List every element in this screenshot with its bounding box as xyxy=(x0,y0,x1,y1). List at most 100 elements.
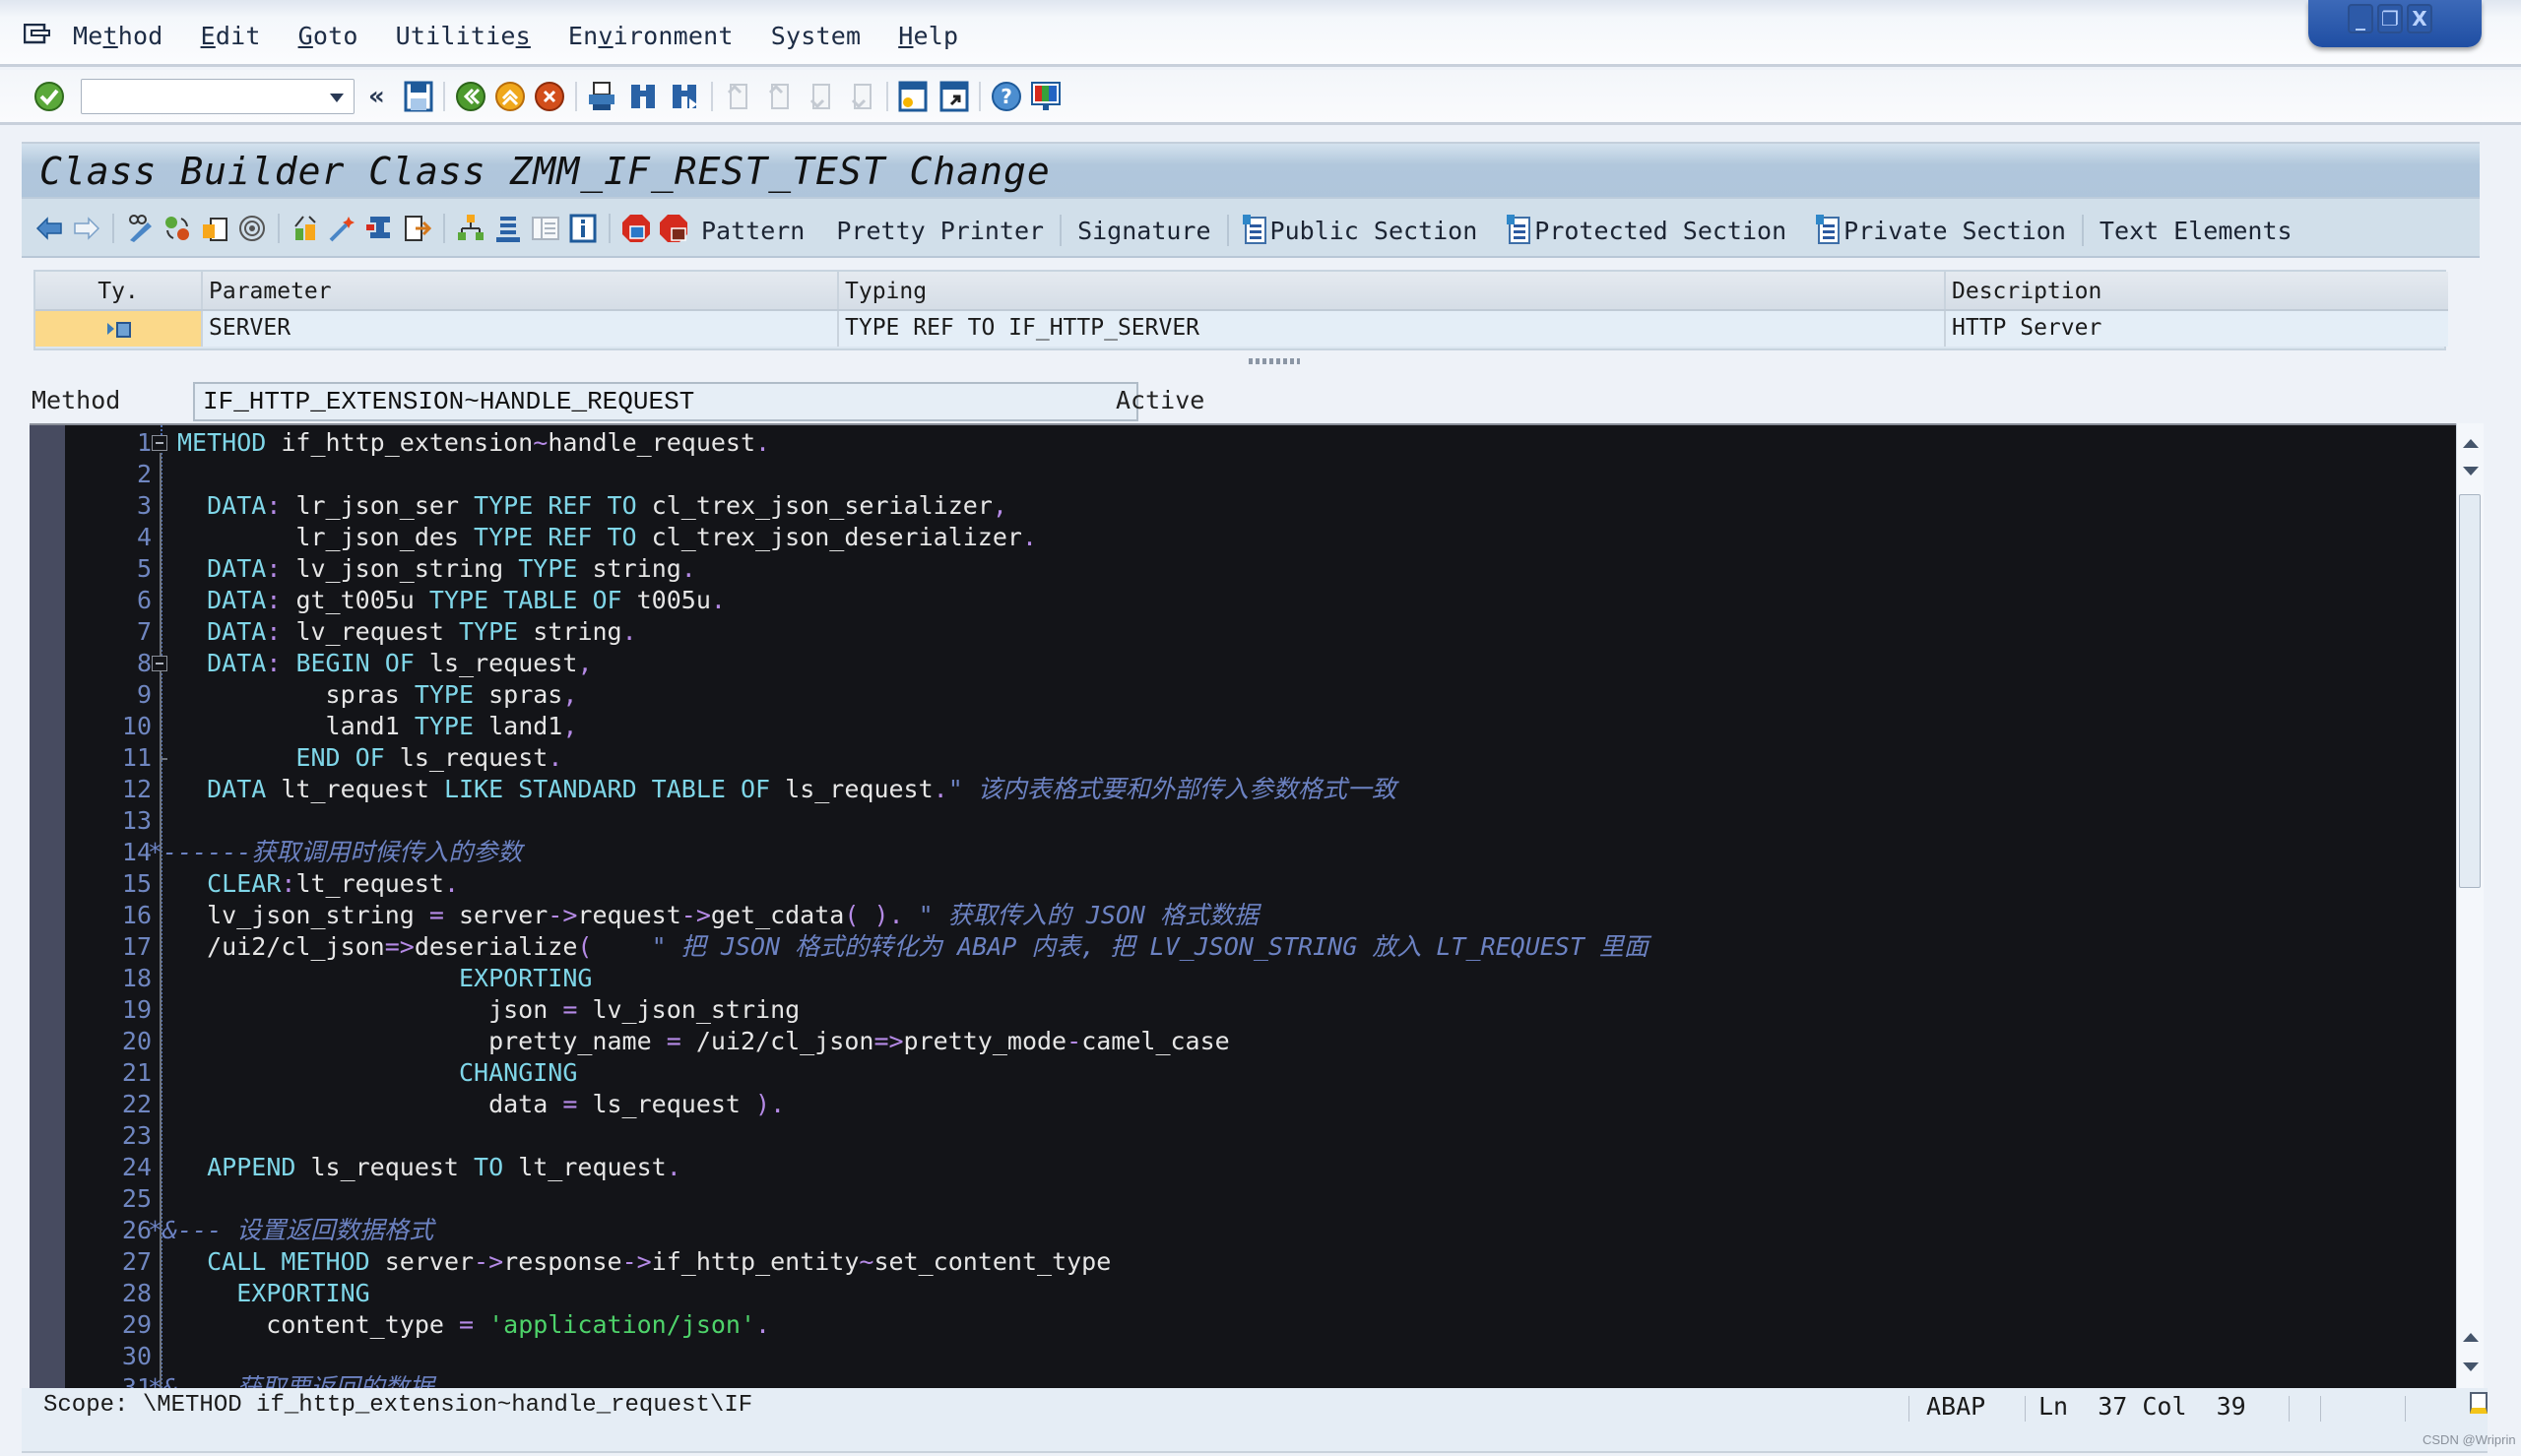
info-icon[interactable] xyxy=(567,213,599,244)
object-list-icon[interactable] xyxy=(492,213,524,244)
code-line[interactable]: APPEND ls_request TO lt_request. xyxy=(177,1152,681,1183)
navigation-icon[interactable] xyxy=(402,213,433,244)
code-line[interactable]: json = lv_json_string xyxy=(177,994,800,1026)
parameter-cell[interactable]: SERVER xyxy=(201,311,837,347)
previous-page-icon[interactable] xyxy=(764,80,794,113)
code-line[interactable]: *&--- 设置返回数据格式 xyxy=(148,1215,433,1246)
active-inactive-icon[interactable] xyxy=(162,213,193,244)
column-header-description[interactable]: Description xyxy=(1944,272,2448,309)
pretty-printer-button[interactable]: Pretty Printer xyxy=(820,217,1060,245)
find-icon[interactable] xyxy=(628,80,658,113)
restore-icon[interactable]: ❐ xyxy=(2377,4,2403,33)
code-line[interactable]: CHANGING xyxy=(177,1057,577,1089)
code-line[interactable]: DATA: lv_json_string TYPE string. xyxy=(177,553,696,585)
menu-goto[interactable]: Goto xyxy=(298,22,358,50)
fold-toggle-icon[interactable] xyxy=(152,435,167,451)
back-arrow-icon[interactable] xyxy=(33,213,65,244)
scroll-up-icon[interactable] xyxy=(2463,439,2479,448)
pattern-button[interactable]: Pattern xyxy=(685,217,820,245)
close-icon[interactable]: X xyxy=(2407,4,2432,33)
set-breakpoint-icon[interactable] xyxy=(620,213,652,244)
first-page-icon[interactable] xyxy=(723,80,752,113)
next-page-icon[interactable] xyxy=(806,80,835,113)
forward-arrow-icon[interactable] xyxy=(71,213,102,244)
exit-icon[interactable] xyxy=(494,80,526,113)
description-cell[interactable]: HTTP Server xyxy=(1944,311,2448,347)
find-next-icon[interactable] xyxy=(670,80,699,113)
menu-system[interactable]: System xyxy=(771,22,862,50)
typing-cell[interactable]: TYPE REF TO IF_HTTP_SERVER xyxy=(837,311,1944,347)
code-line[interactable]: data = ls_request ). xyxy=(177,1089,785,1120)
menu-edit[interactable]: Edit xyxy=(201,22,261,50)
editor-margin[interactable] xyxy=(30,425,65,1388)
menu-utilities[interactable]: Utilities xyxy=(396,22,531,50)
column-header-parameter[interactable]: Parameter xyxy=(201,272,837,309)
save-icon[interactable] xyxy=(404,80,433,113)
code-line[interactable]: METHOD if_http_extension~handle_request. xyxy=(177,427,770,459)
code-line[interactable]: *------获取调用时候传入的参数 xyxy=(148,837,522,868)
code-line[interactable]: END OF ls_request. xyxy=(177,742,562,774)
method-name-field[interactable]: IF_HTTP_EXTENSION~HANDLE_REQUEST xyxy=(193,382,1138,421)
code-line[interactable]: EXPORTING xyxy=(177,963,592,994)
activate-icon[interactable] xyxy=(327,213,358,244)
customize-layout-icon[interactable] xyxy=(1030,80,1062,113)
table-row[interactable]: SERVER TYPE REF TO IF_HTTP_SERVER HTTP S… xyxy=(35,311,2448,347)
code-line[interactable]: CALL METHOD server->response->if_http_en… xyxy=(177,1246,1111,1278)
cancel-icon[interactable] xyxy=(534,80,565,113)
code-line[interactable]: lr_json_des TYPE REF TO cl_trex_json_des… xyxy=(177,522,1037,553)
where-used-icon[interactable] xyxy=(236,213,268,244)
back-icon[interactable] xyxy=(455,80,486,113)
collapse-toolbar-icon[interactable]: « xyxy=(368,80,385,113)
code-line[interactable]: DATA lt_request LIKE STANDARD TABLE OF l… xyxy=(177,774,1396,805)
notes-icon[interactable] xyxy=(2470,1392,2488,1414)
code-line[interactable]: CLEAR:lt_request. xyxy=(177,868,459,900)
create-session-icon[interactable] xyxy=(898,80,928,113)
last-page-icon[interactable] xyxy=(847,80,876,113)
code-line[interactable]: content_type = 'application/json'. xyxy=(177,1309,770,1341)
scroll-down-bottom-icon[interactable] xyxy=(2463,1362,2479,1371)
display-change-icon[interactable] xyxy=(124,213,156,244)
column-header-type[interactable]: Ty. xyxy=(35,272,201,309)
fold-toggle-icon[interactable] xyxy=(152,656,167,671)
code-line[interactable]: DATA: lr_json_ser TYPE REF TO cl_trex_js… xyxy=(177,490,1007,522)
code-line[interactable]: DATA: lv_request TYPE string. xyxy=(177,616,637,648)
code-line[interactable]: lv_json_string = server->request->get_cd… xyxy=(177,900,1259,931)
signature-button[interactable]: Signature xyxy=(1062,217,1226,245)
code-line[interactable]: spras TYPE spras, xyxy=(177,679,578,711)
hierarchy-icon[interactable] xyxy=(455,213,486,244)
enter-check-icon[interactable] xyxy=(33,80,65,113)
protected-section-button[interactable]: Protected Section xyxy=(1493,215,1802,245)
menu-help[interactable]: Help xyxy=(898,22,958,50)
code-line[interactable]: /ui2/cl_json=>deserialize( " 把 JSON 格式的转… xyxy=(177,931,1648,963)
private-section-button[interactable]: Private Section xyxy=(1802,215,2082,245)
code-line[interactable]: EXPORTING xyxy=(177,1278,369,1309)
code-line[interactable]: *&--- 获取要返回的数据 xyxy=(148,1372,433,1388)
shortcut-icon[interactable] xyxy=(939,80,969,113)
code-editor[interactable]: 1 2 3 4 5 6 7 8 9 10 11 12 13 14 15 16 17 18 19 20 21 22 23 24 2… xyxy=(30,423,2456,1388)
scroll-down-icon[interactable] xyxy=(2463,467,2479,475)
test-icon[interactable] xyxy=(364,213,396,244)
command-field[interactable] xyxy=(81,79,355,114)
code-line[interactable]: land1 TYPE land1, xyxy=(177,711,578,742)
scrollbar-thumb[interactable] xyxy=(2459,494,2481,888)
column-header-typing[interactable]: Typing xyxy=(837,272,1944,309)
other-object-icon[interactable] xyxy=(199,213,230,244)
splitter-handle[interactable] xyxy=(1249,358,1300,364)
code-line[interactable]: pretty_name = /ui2/cl_json=>pretty_mode-… xyxy=(177,1026,1230,1057)
menu-method[interactable]: Method xyxy=(73,22,163,50)
code-line[interactable]: DATA: BEGIN OF ls_request, xyxy=(177,648,592,679)
code-line[interactable]: DATA: gt_t005u TYPE TABLE OF t005u. xyxy=(177,585,726,616)
minimize-icon[interactable]: _ xyxy=(2348,4,2373,33)
help-icon[interactable]: ? xyxy=(991,80,1022,113)
scroll-up-bottom-icon[interactable] xyxy=(2463,1333,2479,1342)
check-icon[interactable] xyxy=(290,213,321,244)
type-cell[interactable] xyxy=(35,311,201,347)
menu-environment[interactable]: Environment xyxy=(568,22,734,50)
print-icon[interactable] xyxy=(587,80,616,113)
editor-vertical-scrollbar[interactable] xyxy=(2456,423,2484,1388)
text-elements-button[interactable]: Text Elements xyxy=(2084,217,2308,245)
command-dropdown-icon[interactable] xyxy=(330,94,344,102)
public-section-button[interactable]: Public Section xyxy=(1229,215,1494,245)
sap-menu-icon[interactable] xyxy=(23,23,51,45)
display-object-list-icon[interactable] xyxy=(530,213,561,244)
